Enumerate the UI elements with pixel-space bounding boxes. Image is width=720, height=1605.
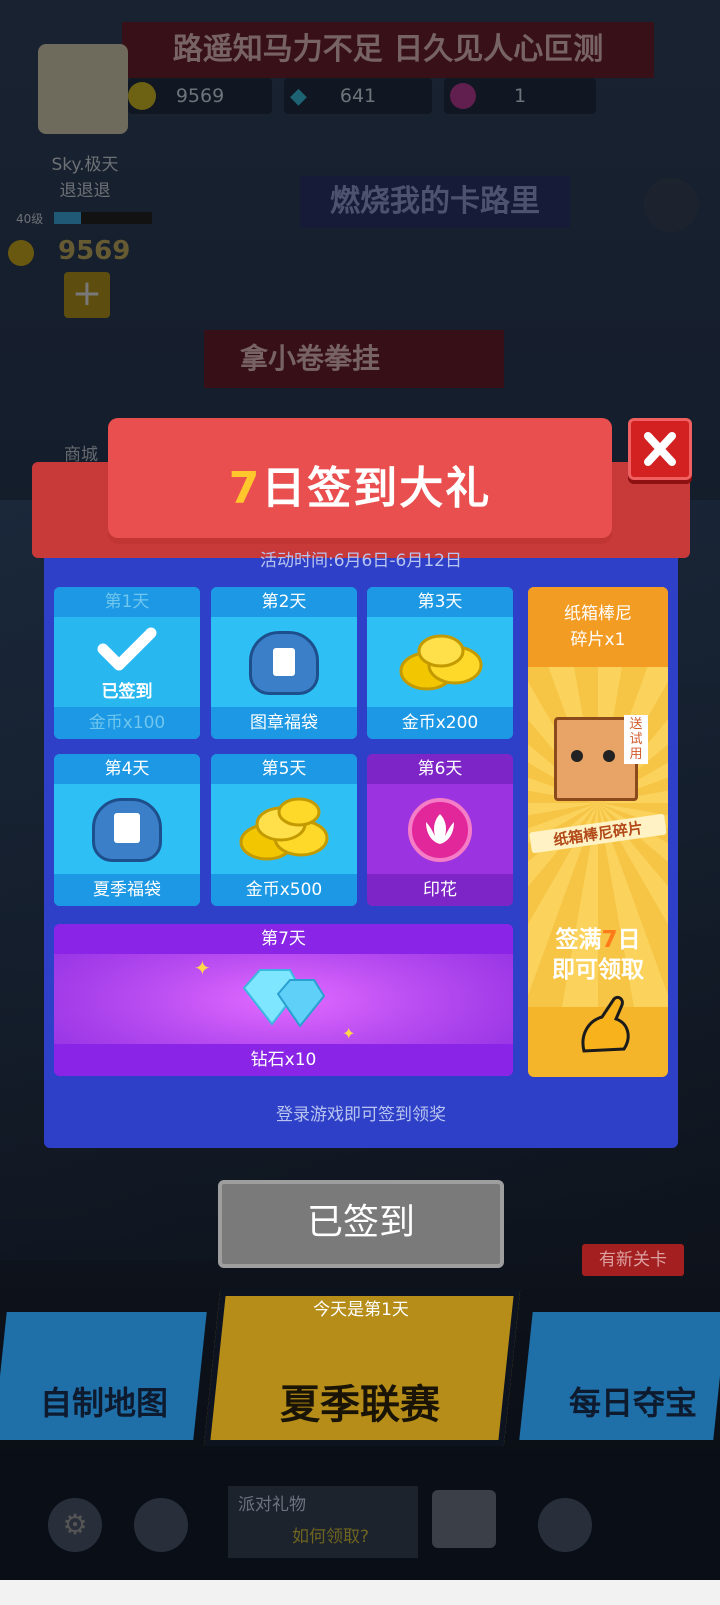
custom-map-label: 自制地图 bbox=[39, 1384, 168, 1422]
daily-treasure-label: 每日夺宝 bbox=[568, 1384, 697, 1422]
summer-league-label: 夏季联赛 bbox=[280, 1382, 440, 1428]
gold-coins-icon bbox=[239, 797, 329, 861]
reward-label: 金币x500 bbox=[211, 874, 357, 906]
checked-in-button[interactable]: 已签到 bbox=[218, 1180, 504, 1268]
headset-icon[interactable] bbox=[134, 1498, 188, 1552]
reward-label: 金币x100 bbox=[54, 707, 200, 739]
day-label: 第2天 bbox=[211, 587, 357, 617]
bonus-condition: 签满7日 即可领取 bbox=[552, 927, 644, 983]
bonus-title: 纸箱棒尼 碎片x1 bbox=[528, 587, 668, 667]
checkmark-icon bbox=[97, 627, 157, 671]
diamond-gems-icon bbox=[242, 969, 326, 1028]
video-chest-icon[interactable] bbox=[432, 1490, 496, 1548]
close-icon bbox=[644, 432, 676, 466]
reward-label: 夏季福袋 bbox=[54, 874, 200, 906]
grid-icon[interactable] bbox=[538, 1498, 592, 1552]
day-label: 第6天 bbox=[367, 754, 513, 784]
day-7-cell[interactable]: 第7天 ✦ ✦ 钻石x10 bbox=[54, 924, 513, 1076]
gold-coins-icon bbox=[399, 634, 483, 691]
activity-period: 活动时间:6月6日-6月12日 bbox=[260, 551, 462, 571]
day-label: 第7天 bbox=[54, 924, 513, 954]
day-label: 第4天 bbox=[54, 754, 200, 784]
reward-label: 钻石x10 bbox=[54, 1044, 513, 1076]
reward-label: 图章福袋 bbox=[211, 707, 357, 739]
dialog-title: 7日签到大礼 bbox=[228, 463, 492, 514]
today-label: 今天是第1天 bbox=[313, 1300, 409, 1320]
system-nav-bar bbox=[0, 1580, 720, 1605]
claim-hand-icon bbox=[581, 995, 630, 1053]
summer-bag-icon bbox=[92, 798, 162, 862]
day-4-cell[interactable]: 第4天 夏季福袋 bbox=[54, 754, 200, 906]
day-6-cell[interactable]: 第6天 印花 bbox=[367, 754, 513, 906]
day-label: 第3天 bbox=[367, 587, 513, 617]
reward-label: 印花 bbox=[367, 874, 513, 906]
day-2-cell[interactable]: 第2天 图章福袋 bbox=[211, 587, 357, 739]
settings-icon[interactable]: ⚙ bbox=[48, 1498, 102, 1552]
close-button[interactable] bbox=[628, 418, 692, 480]
bonus-reward-panel[interactable]: 纸箱棒尼 碎片x1 送试用 纸箱棒尼碎片 签满7日 即可领取 bbox=[528, 587, 668, 1077]
trial-tag: 送试用 bbox=[624, 715, 648, 764]
day-5-cell[interactable]: 第5天 金币x500 bbox=[211, 754, 357, 906]
party-gift-title: 派对礼物 bbox=[238, 1495, 306, 1515]
day-label: 第1天 bbox=[54, 587, 200, 617]
signin-hint: 登录游戏即可签到领奖 bbox=[276, 1105, 446, 1125]
sparkle-icon: ✦ bbox=[342, 1024, 356, 1043]
day-1-cell[interactable]: 第1天 已签到 金币x100 bbox=[54, 587, 200, 739]
stamp-bag-icon bbox=[249, 631, 319, 695]
day-label: 第5天 bbox=[211, 754, 357, 784]
party-gift-link[interactable]: 如何领取? bbox=[292, 1522, 369, 1547]
reward-label: 金币x200 bbox=[367, 707, 513, 739]
checked-in-label: 已签到 bbox=[101, 682, 153, 702]
new-level-badge: 有新关卡 bbox=[582, 1244, 684, 1276]
sparkle-icon: ✦ bbox=[194, 956, 211, 980]
stamp-flower-icon bbox=[408, 798, 472, 862]
day-3-cell[interactable]: 第3天 金币x200 bbox=[367, 587, 513, 739]
